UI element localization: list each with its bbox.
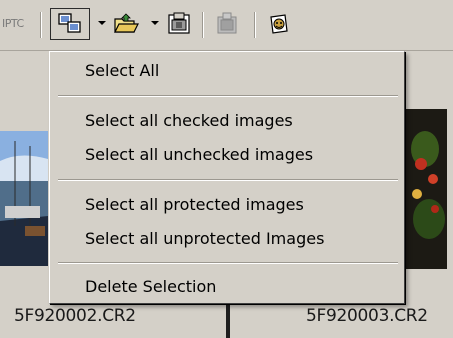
select-dropdown-arrow-icon[interactable] xyxy=(98,21,106,25)
open-button[interactable] xyxy=(109,8,143,40)
toolbar-separator xyxy=(202,12,204,38)
menu-item-select-all[interactable]: Select All xyxy=(50,58,404,84)
thumbnail-caption: 5F920003.CR2 xyxy=(306,306,428,326)
delete-button xyxy=(210,8,244,40)
menu-item-select-protected[interactable]: Select all protected images xyxy=(50,192,404,218)
menu-item-select-unprotected[interactable]: Select all unprotected Images xyxy=(50,226,404,252)
open-folder-icon xyxy=(114,13,139,33)
toolbar: IPTC xyxy=(0,0,453,51)
batch-button[interactable] xyxy=(162,8,196,40)
thumbnail-image[interactable] xyxy=(0,131,48,266)
flower-photo-image xyxy=(405,109,447,269)
select-button[interactable] xyxy=(50,8,90,40)
harbor-photo-image xyxy=(0,131,48,266)
album-icon xyxy=(270,14,288,34)
batch-icon xyxy=(168,12,190,34)
delete-icon xyxy=(217,12,237,34)
menu-item-select-unchecked[interactable]: Select all unchecked images xyxy=(50,142,404,168)
menu-separator xyxy=(58,95,398,97)
open-dropdown-arrow-icon[interactable] xyxy=(151,21,159,25)
toolbar-separator xyxy=(40,12,42,38)
menu-separator xyxy=(58,262,398,264)
select-dropdown-menu: Select All Select all checked images Sel… xyxy=(49,51,405,304)
iptc-label[interactable]: IPTC xyxy=(2,17,24,30)
thumbnail-caption: 5F920002.CR2 xyxy=(14,306,136,326)
menu-separator xyxy=(58,179,398,181)
select-icon xyxy=(58,13,81,33)
toolbar-separator xyxy=(254,12,256,38)
menu-item-delete-selection[interactable]: Delete Selection xyxy=(50,274,404,300)
album-button[interactable] xyxy=(262,8,296,40)
menu-item-select-checked[interactable]: Select all checked images xyxy=(50,108,404,134)
thumbnail-image[interactable] xyxy=(405,109,447,269)
